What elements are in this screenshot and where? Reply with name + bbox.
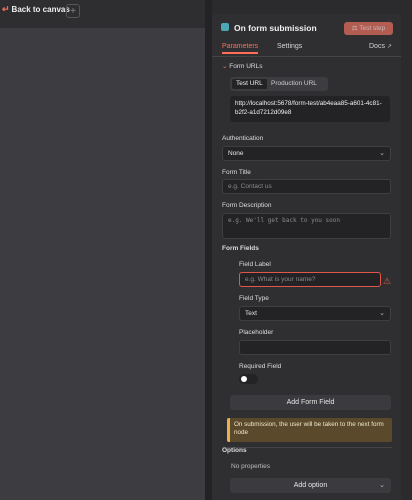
form-description-label: Form Description (222, 202, 272, 209)
form-title-label: Form Title (222, 169, 251, 176)
authentication-select[interactable]: None ⌄ (222, 146, 391, 161)
docs-label: Docs (369, 43, 385, 50)
external-link-icon: ↗ (386, 44, 392, 50)
node-title[interactable]: On form submission (234, 23, 317, 33)
divider (222, 447, 392, 448)
field-type-label: Field Type (239, 295, 269, 302)
field-type-value: Text (245, 310, 257, 317)
form-fields-label: Form Fields (222, 245, 259, 252)
authentication-value: None (228, 150, 244, 157)
node-details-panel: On form submission ⚖ Test step Parameter… (212, 14, 401, 500)
form-urls-toggle[interactable]: ⌄ Form URLs (222, 62, 263, 70)
placeholder-label: Placeholder (239, 329, 274, 336)
no-properties-text: No properties (231, 463, 271, 470)
field-label-label: Field Label (239, 261, 271, 268)
back-arrow-icon: ↵ (2, 4, 10, 14)
required-field-label: Required Field (239, 363, 282, 370)
options-label: Options (222, 447, 247, 454)
url-tab-switch: Test URL Production URL (230, 77, 328, 91)
field-label-input[interactable]: e.g. What is your name? (239, 272, 381, 287)
warning-icon: ⚠ (383, 276, 392, 286)
form-description-input[interactable]: e.g. We'll get back to you soon (222, 213, 391, 239)
add-option-label: Add option (293, 482, 328, 489)
panel-gutter (205, 0, 212, 500)
required-field-toggle[interactable] (239, 374, 258, 384)
form-trigger-icon (221, 23, 229, 31)
add-tab-button[interactable]: + (66, 4, 80, 18)
form-url-display[interactable]: http://localhost:5678/form-test/ab4eaa85… (230, 96, 390, 122)
toggle-knob (241, 376, 247, 382)
add-form-field-button[interactable]: Add Form Field (230, 395, 391, 410)
add-option-button[interactable]: Add option ⌄ (230, 478, 391, 493)
authentication-label: Authentication (222, 135, 264, 142)
back-to-canvas-button[interactable]: ↵ Back to canvas (2, 4, 70, 15)
tab-docs[interactable]: Docs ↗ (369, 43, 392, 50)
form-title-input[interactable]: e.g. Contact us (222, 179, 391, 194)
test-step-button[interactable]: ⚖ Test step (344, 22, 393, 35)
tab-test-url[interactable]: Test URL (232, 79, 267, 89)
chevron-down-icon: ⌄ (222, 63, 228, 70)
window-edge (401, 0, 412, 500)
workflow-canvas[interactable] (0, 0, 205, 500)
submission-notice: On submission, the user will be taken to… (227, 418, 392, 442)
tab-settings[interactable]: Settings (277, 43, 302, 50)
test-step-label: Test step (359, 25, 386, 32)
chevron-down-icon: ⌄ (379, 150, 385, 157)
chevron-down-icon: ⌄ (379, 482, 385, 489)
placeholder-input[interactable] (239, 340, 391, 355)
field-type-select[interactable]: Text ⌄ (239, 306, 391, 321)
tab-production-url[interactable]: Production URL (267, 79, 321, 89)
chevron-down-icon: ⌄ (379, 310, 385, 317)
back-to-canvas-label: Back to canvas (11, 5, 70, 14)
node-tabs: Parameters Settings Docs ↗ (212, 42, 401, 57)
form-urls-label: Form URLs (229, 63, 263, 70)
tab-parameters[interactable]: Parameters (222, 43, 259, 54)
canvas-tab-bar: ↵ Back to canvas + (0, 0, 205, 28)
